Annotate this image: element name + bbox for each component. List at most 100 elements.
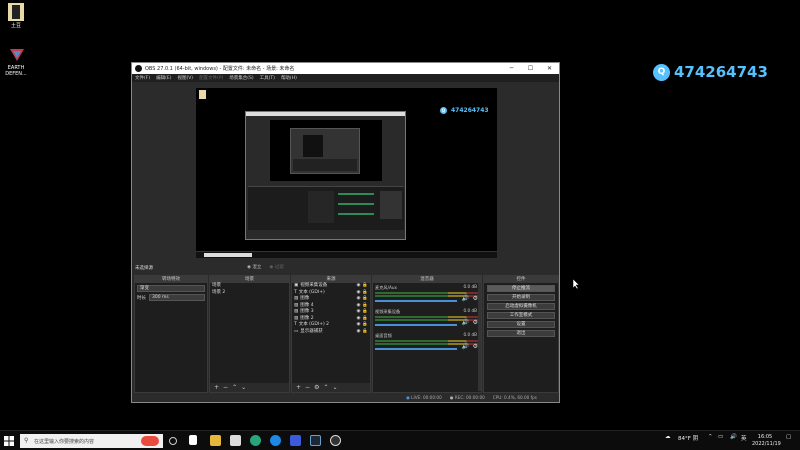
desktop-icon-earth-defense[interactable]: EARTH DEFEN... <box>2 45 30 77</box>
volume-slider[interactable] <box>375 324 457 326</box>
menu-scene-collection[interactable]: 场景集合(S) <box>229 75 253 81</box>
transition-type-value: 渐变 <box>140 286 149 291</box>
filter-mode-radio[interactable]: ◉ 过滤 <box>269 264 283 270</box>
app-icon-earth-defense <box>8 45 24 63</box>
volume-slider[interactable] <box>375 300 457 302</box>
desktop-icon-label: 土豆 <box>10 23 21 29</box>
move-down-icon[interactable]: ⌄ <box>332 384 337 391</box>
mixer-scrollbar[interactable] <box>478 283 481 391</box>
mixer-channel: 麦克风/Aux 0.0 dB 🔊 ⚙ <box>373 283 481 307</box>
remove-source-icon[interactable]: − <box>305 384 310 391</box>
dock-title: 混音器 <box>373 276 481 283</box>
file-explorer-icon[interactable] <box>210 435 221 446</box>
browser-icon[interactable] <box>270 435 281 446</box>
menu-tools[interactable]: 工具(T) <box>260 75 275 81</box>
preview-canvas[interactable]: Q 474264743 <box>196 88 497 258</box>
source-label: 显示器捕获 <box>300 328 323 334</box>
weather-icon: ☁ <box>665 434 671 440</box>
volume-slider[interactable] <box>375 348 457 350</box>
status-bar: ● LIVE: 00:00:00 ● REC: 00:00:00 CPU: 0.… <box>132 393 559 402</box>
add-source-icon[interactable]: + <box>296 384 301 391</box>
app-icon[interactable] <box>290 435 301 446</box>
audio-mode-radio[interactable]: ◉ 混立 <box>247 264 261 270</box>
transition-type-select[interactable]: 渐变 <box>137 285 205 292</box>
weather-text[interactable]: 84°F 阴 <box>678 434 698 442</box>
controls-dock: 控件 停止推流 开始录制 启动虚拟摄像机 工作室模式 设置 退出 <box>483 275 559 393</box>
cpu-status: CPU: 0.4%, 60.00 fps <box>492 395 537 400</box>
menu-help[interactable]: 帮助(H) <box>281 75 297 81</box>
obs-logo-icon <box>135 65 142 72</box>
preview-taskbar <box>196 251 497 258</box>
qq-icon: Q <box>653 63 670 81</box>
notification-icon[interactable]: ▢ <box>786 434 791 440</box>
stop-streaming-button[interactable]: 停止推流 <box>487 285 555 292</box>
dock-title: 来源 <box>292 276 370 283</box>
filter-mode-label: 过滤 <box>274 265 284 270</box>
network-icon[interactable]: ▭ <box>718 434 723 440</box>
rec-status: ● REC: 00:00:00 <box>449 395 485 400</box>
move-up-icon[interactable]: ⌃ <box>323 384 328 391</box>
start-recording-button[interactable]: 开始录制 <box>487 294 555 301</box>
duration-input[interactable]: 300 ms <box>149 294 205 301</box>
speaker-icon[interactable]: 🔊 <box>462 319 469 326</box>
widgets-icon[interactable] <box>189 435 197 445</box>
clock[interactable]: 16:05 2022/11/19 <box>752 434 781 447</box>
search-highlight-icon <box>141 436 159 446</box>
menu-view[interactable]: 视图(V) <box>177 75 193 81</box>
mixer-channel: 视频采集设备 0.0 dB 🔊 ⚙ <box>373 307 481 331</box>
move-up-icon[interactable]: ⌃ <box>232 384 237 391</box>
menu-file[interactable]: 文件(F) <box>135 75 150 81</box>
taskbar-search[interactable]: ⚲ 在这里输入你要搜索的内容 <box>20 434 163 448</box>
eye-icon[interactable]: ◉ <box>356 329 360 336</box>
volume-meter <box>375 292 479 294</box>
task-view-icon[interactable] <box>169 437 177 445</box>
search-placeholder: 在这里输入你要搜索的内容 <box>34 438 95 445</box>
scenes-dock: 场景 场景 场景 2 + − ⌃ ⌄ <box>209 275 290 393</box>
settings-button[interactable]: 设置 <box>487 321 555 328</box>
tray-chevron-icon[interactable]: ⌃ <box>708 434 713 440</box>
source-item[interactable]: ▭ 显示器捕获 ◉ 🔒 <box>292 329 370 336</box>
language-indicator[interactable]: 英 <box>741 434 747 442</box>
volume-meter <box>375 340 479 342</box>
steam-icon[interactable] <box>310 435 321 446</box>
speaker-icon[interactable]: 🔊 <box>462 343 469 350</box>
desktop-icon-label: EARTH DEFEN... <box>5 65 27 77</box>
move-down-icon[interactable]: ⌄ <box>241 384 246 391</box>
source-settings-icon[interactable]: ⚙ <box>314 384 319 391</box>
start-button[interactable] <box>4 436 14 446</box>
sources-toolbar: + − ⚙ ⌃ ⌄ <box>292 383 370 392</box>
minimize-button[interactable]: ─ <box>502 65 521 72</box>
lock-icon[interactable]: 🔒 <box>362 329 370 336</box>
title-bar[interactable]: OBS 27.0.1 (64-bit, windows) - 配置文件: 未命名… <box>132 63 559 74</box>
speaker-icon[interactable]: 🔊 <box>462 295 469 302</box>
start-virtual-camera-button[interactable]: 启动虚拟摄像机 <box>487 303 555 310</box>
mouse-cursor-icon <box>573 279 580 289</box>
menu-edit[interactable]: 编辑(E) <box>156 75 171 81</box>
current-source-label: 未选择源 <box>135 266 153 271</box>
live-time: LIVE: 00:00:00 <box>411 395 442 400</box>
store-icon[interactable] <box>230 435 241 446</box>
close-button[interactable]: ✕ <box>540 65 559 72</box>
sources-dock: 来源 ▣ 视频采集设备 ◉ 🔒 T 文本 (GDI+) ◉ 🔒 ▨ 图像 ◉ 🔒 ▨ 图像 4 ◉ 🔒 … <box>291 275 371 393</box>
volume-icon[interactable]: 🔊 <box>730 434 737 440</box>
desktop-icon-tudou[interactable]: 土豆 <box>2 3 30 29</box>
transitions-dock: 转场特效 渐变 时长 300 ms <box>134 275 208 393</box>
window-title: OBS 27.0.1 (64-bit, windows) - 配置文件: 未命名… <box>145 66 295 72</box>
live-status: ● LIVE: 00:00:00 <box>406 395 442 400</box>
exit-button[interactable]: 退出 <box>487 330 555 337</box>
edge-icon[interactable] <box>250 435 261 446</box>
obs-taskbar-icon[interactable] <box>330 435 341 446</box>
maximize-button[interactable]: ☐ <box>521 65 540 72</box>
add-scene-icon[interactable]: + <box>214 384 219 391</box>
scene-item[interactable]: 场景 2 <box>210 290 289 297</box>
studio-mode-button[interactable]: 工作室模式 <box>487 312 555 319</box>
channel-name: 麦克风/Aux <box>375 285 397 290</box>
menu-profile[interactable]: 配置文件(P) <box>199 75 223 81</box>
windows-logo-icon <box>4 436 14 446</box>
obs-window[interactable]: OBS 27.0.1 (64-bit, windows) - 配置文件: 未命名… <box>131 62 560 403</box>
preview-tudou-icon <box>199 90 206 99</box>
dock-title: 场景 <box>210 276 289 283</box>
remove-scene-icon[interactable]: − <box>223 384 228 391</box>
mixer-dock: 混音器 麦克风/Aux 0.0 dB 🔊 ⚙ 视频采集设备 0.0 dB 🔊 ⚙… <box>372 275 482 393</box>
dock-title: 控件 <box>484 276 558 283</box>
